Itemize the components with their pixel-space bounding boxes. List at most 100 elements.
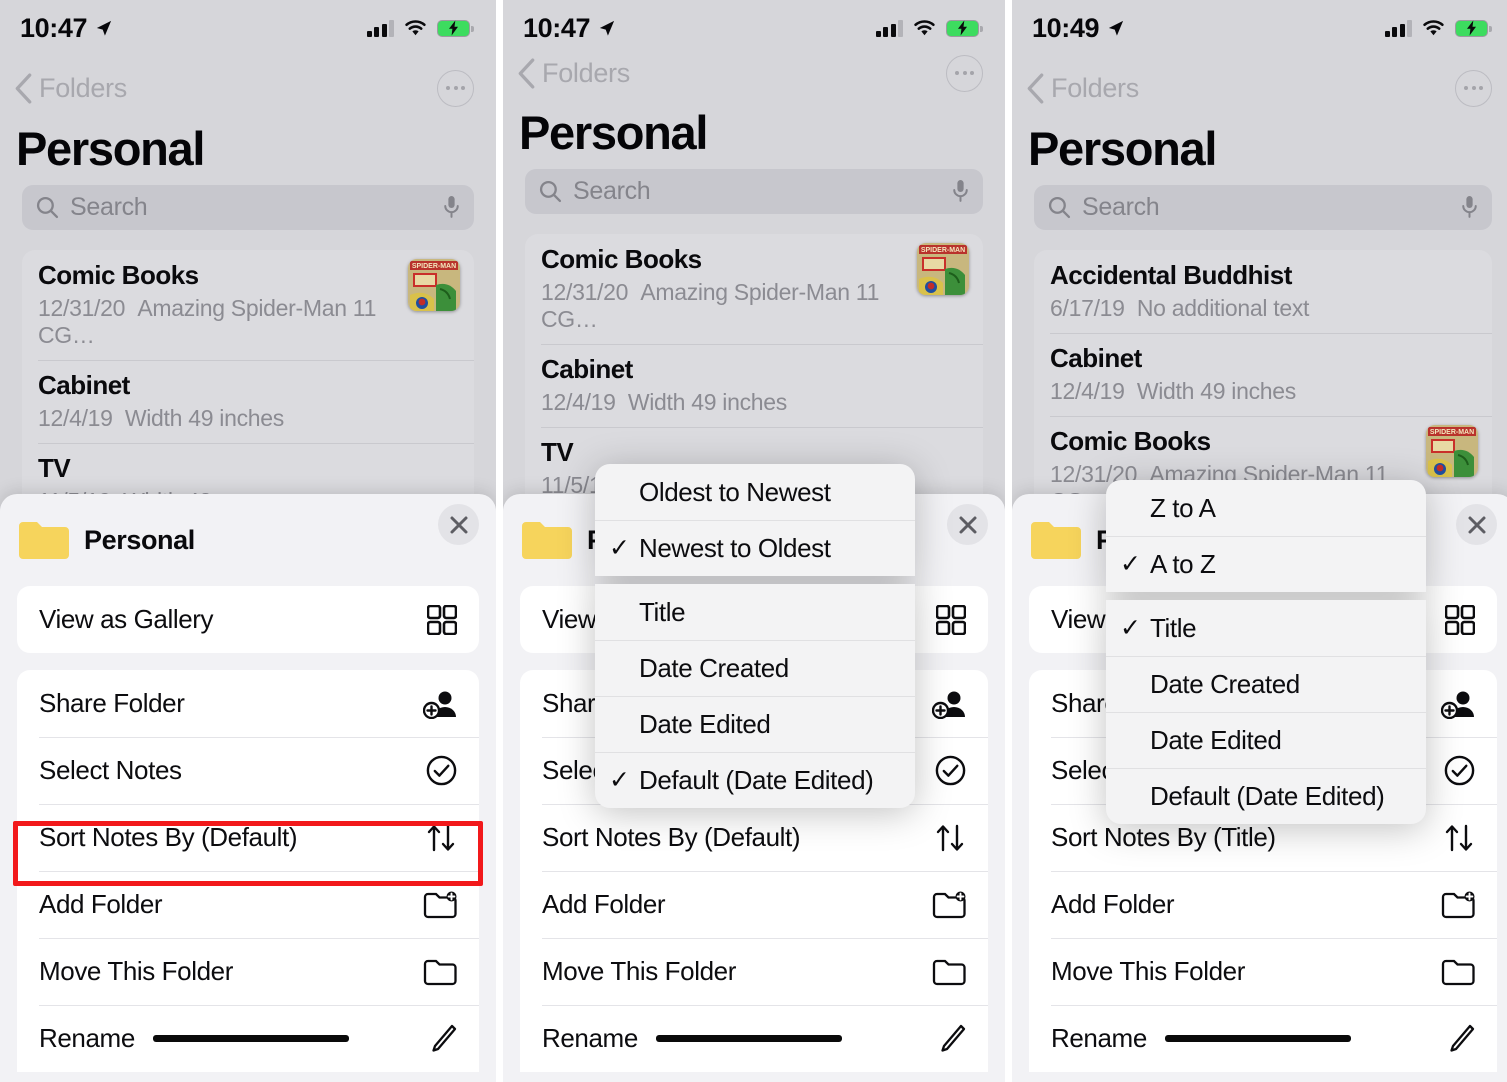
- folder-icon: [522, 522, 572, 559]
- back-button[interactable]: Folders: [517, 58, 630, 89]
- menu-item-date-created[interactable]: Date Created: [1106, 656, 1426, 712]
- note-subtitle: 12/31/20 Amazing Spider-Man 11 CG…: [38, 295, 458, 349]
- rename-row[interactable]: Rename: [17, 1005, 479, 1072]
- panel-strip: 10:47 Folders Personal Search Comic Book…: [0, 0, 1507, 1082]
- note-title: Comic Books: [541, 244, 702, 274]
- move-this-folder-row[interactable]: Move This Folder: [1029, 938, 1497, 1005]
- sort-arrows-icon: [419, 822, 457, 854]
- search-input[interactable]: Search: [1034, 185, 1492, 230]
- menu-item-default[interactable]: ✓ Default (Date Edited): [595, 752, 915, 808]
- search-input[interactable]: Search: [22, 185, 474, 230]
- sort-arrows-icon: [1437, 822, 1475, 854]
- move-this-folder-row[interactable]: Move This Folder: [520, 938, 988, 1005]
- search-input[interactable]: Search: [525, 169, 983, 214]
- rename-label: Rename: [39, 1023, 135, 1053]
- menu-item-date-created[interactable]: Date Created: [595, 640, 915, 696]
- nav-bar: Folders: [1012, 68, 1507, 108]
- battery-charging-icon: [1455, 19, 1492, 37]
- note-thumbnail: SPIDER-MAN: [1426, 425, 1478, 477]
- lightning-bolt-icon: [448, 20, 458, 36]
- battery-charging-icon: [437, 19, 474, 37]
- rename-row[interactable]: Rename: [1029, 1005, 1497, 1072]
- sort-notes-by-row[interactable]: Sort Notes By (Default): [520, 804, 988, 871]
- menu-item-label: Default (Date Edited): [1150, 780, 1385, 811]
- menu-item-date-edited[interactable]: Date Edited: [1106, 712, 1426, 768]
- add-folder-row[interactable]: Add Folder: [1029, 871, 1497, 938]
- location-arrow-icon: [599, 20, 615, 36]
- close-icon[interactable]: [438, 504, 479, 545]
- close-icon[interactable]: [947, 504, 988, 545]
- cellular-bars-icon: [875, 20, 903, 37]
- nav-bar: Folders: [503, 53, 1005, 93]
- view-as-gallery-row[interactable]: View as Gallery: [17, 586, 479, 653]
- svg-text:SPIDER-MAN: SPIDER-MAN: [1430, 429, 1474, 436]
- list-item[interactable]: Comic Books 12/31/20 Amazing Spider-Man …: [525, 234, 983, 344]
- note-date: 6/17/19: [1050, 295, 1125, 321]
- rename-row[interactable]: Rename: [520, 1005, 988, 1072]
- redaction-bar: [152, 1035, 349, 1042]
- back-button[interactable]: Folders: [14, 73, 127, 104]
- menu-item-label: Date Created: [639, 652, 789, 683]
- microphone-icon[interactable]: [443, 195, 460, 220]
- list-item[interactable]: Cabinet 12/4/19 Width 49 inches: [22, 360, 474, 443]
- list-item[interactable]: Cabinet 12/4/19 Width 49 inches: [1034, 333, 1492, 416]
- sort-notes-by-row[interactable]: Sort Notes By (Default): [17, 804, 479, 871]
- note-subtitle: 12/4/19 Width 49 inches: [541, 389, 967, 416]
- list-item[interactable]: Comic Books 12/31/20 Amazing Spider-Man …: [22, 250, 474, 360]
- note-subtitle: 12/31/20 Amazing Spider-Man 11 CG…: [541, 279, 967, 333]
- close-icon[interactable]: [1456, 504, 1497, 545]
- list-item[interactable]: Cabinet 12/4/19 Width 49 inches: [525, 344, 983, 427]
- pencil-icon: [1437, 1024, 1475, 1054]
- page-title: Personal: [519, 106, 708, 159]
- note-subtitle: 12/4/19 Width 49 inches: [1050, 378, 1476, 405]
- back-button[interactable]: Folders: [1026, 73, 1139, 104]
- menu-item-title[interactable]: Title: [595, 584, 915, 640]
- menu-item-z-to-a[interactable]: Z to A: [1106, 480, 1426, 536]
- menu-item-newest-to-oldest[interactable]: ✓ Newest to Oldest: [595, 520, 915, 576]
- ellipsis-circle-icon[interactable]: [437, 69, 474, 107]
- menu-check: ✓: [1120, 550, 1141, 578]
- microphone-icon[interactable]: [952, 179, 969, 204]
- status-time-group: 10:47: [20, 13, 113, 44]
- status-time: 10:49: [1032, 12, 1100, 43]
- note-title: Comic Books: [38, 260, 199, 290]
- add-folder-row[interactable]: Add Folder: [17, 871, 479, 938]
- close-x-glyph: [450, 516, 467, 533]
- svg-text:SPIDER-MAN: SPIDER-MAN: [921, 247, 965, 254]
- menu-item-label: A to Z: [1150, 548, 1216, 579]
- sort-context-menu: Oldest to Newest ✓ Newest to Oldest Titl…: [595, 464, 915, 808]
- row-label: Move This Folder: [542, 956, 736, 986]
- list-item[interactable]: Accidental Buddhist 6/17/19 No additiona…: [1034, 250, 1492, 333]
- search-placeholder: Search: [1082, 193, 1160, 221]
- microphone-icon[interactable]: [1461, 195, 1478, 220]
- panel-gutter: [1005, 0, 1012, 1082]
- ellipsis-circle-icon[interactable]: [1455, 69, 1492, 107]
- menu-item-a-to-z[interactable]: ✓ A to Z: [1106, 536, 1426, 592]
- folder-add-icon: [419, 891, 457, 919]
- status-bar: 10:47: [503, 0, 1005, 56]
- folder-add-icon: [928, 891, 966, 919]
- note-title: Comic Books: [1050, 426, 1211, 456]
- select-notes-row[interactable]: Select Notes: [17, 737, 479, 804]
- move-this-folder-row[interactable]: Move This Folder: [17, 938, 479, 1005]
- status-indicators: [875, 19, 983, 37]
- comic-cover-image: SPIDER-MAN: [1426, 425, 1478, 477]
- row-label: Rename: [1051, 1023, 1351, 1054]
- lightning-bolt-icon: [1466, 20, 1476, 36]
- menu-item-title[interactable]: ✓ Title: [1106, 600, 1426, 656]
- row-label: Add Folder: [39, 889, 163, 919]
- search-placeholder: Search: [573, 177, 651, 205]
- share-folder-row[interactable]: Share Folder: [17, 670, 479, 737]
- row-label: Add Folder: [1051, 889, 1175, 919]
- grid-icon: [419, 604, 457, 635]
- menu-item-default[interactable]: Default (Date Edited): [1106, 768, 1426, 824]
- page-title: Personal: [1028, 122, 1217, 175]
- pencil-icon: [928, 1024, 966, 1054]
- add-folder-row[interactable]: Add Folder: [520, 871, 988, 938]
- sheet-group-view: View as Gallery: [17, 586, 479, 653]
- cellular-bars-icon: [1384, 20, 1412, 37]
- nav-bar: Folders: [0, 68, 496, 108]
- menu-item-oldest-to-newest[interactable]: Oldest to Newest: [595, 464, 915, 520]
- menu-item-date-edited[interactable]: Date Edited: [595, 696, 915, 752]
- ellipsis-circle-icon[interactable]: [946, 54, 983, 92]
